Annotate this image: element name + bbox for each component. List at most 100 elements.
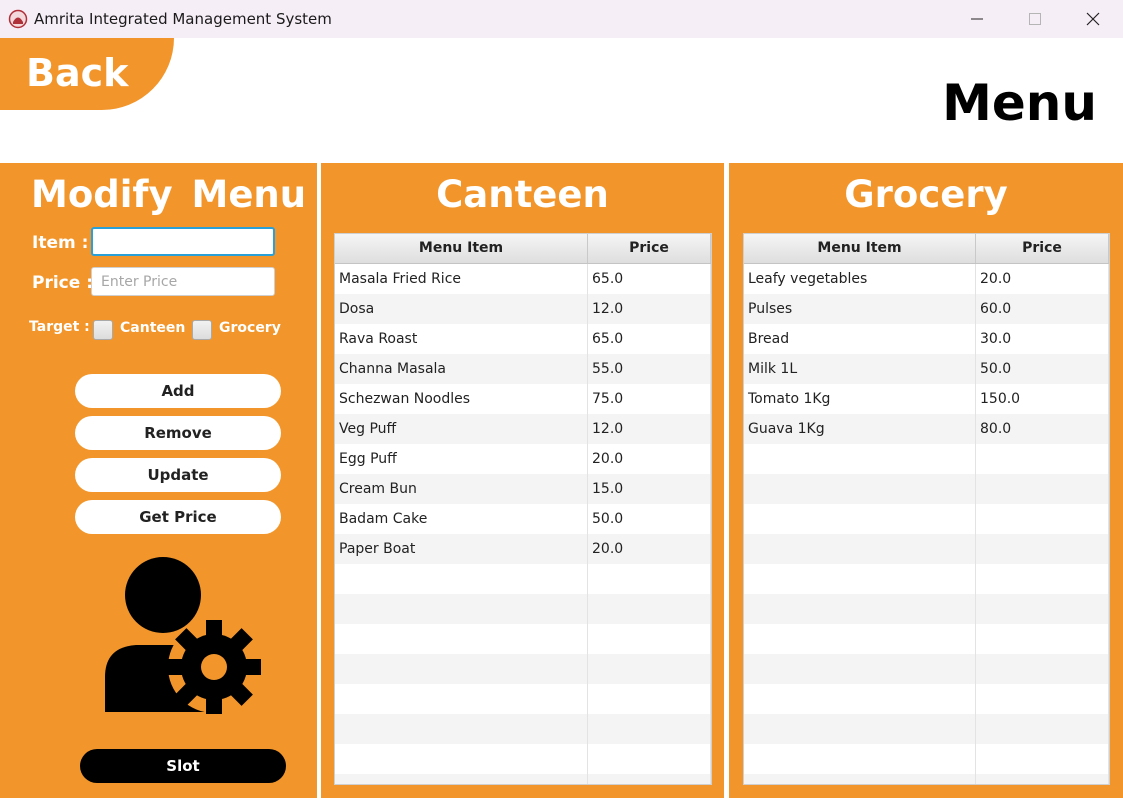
target-label: Target : bbox=[29, 319, 90, 335]
empty-table-row[interactable] bbox=[335, 624, 711, 654]
menu-item-cell bbox=[744, 714, 976, 744]
empty-table-row[interactable] bbox=[744, 774, 1109, 784]
empty-table-row[interactable] bbox=[744, 504, 1109, 534]
item-label: Item : bbox=[32, 233, 89, 253]
table-row[interactable]: Leafy vegetables 20.0 bbox=[744, 264, 1109, 294]
table-row[interactable]: Tomato 1Kg 150.0 bbox=[744, 384, 1109, 414]
price-cell bbox=[588, 684, 711, 714]
canteen-checkbox[interactable] bbox=[93, 320, 113, 340]
canteen-table[interactable]: Menu Item Price Masala Fried Rice 65.0 Dos… bbox=[334, 233, 712, 785]
table-row[interactable]: Bread 30.0 bbox=[744, 324, 1109, 354]
canteen-heading: Canteen bbox=[436, 173, 609, 216]
price-cell bbox=[976, 534, 1109, 564]
table-row[interactable]: Egg Puff 20.0 bbox=[335, 444, 711, 474]
item-input[interactable] bbox=[91, 227, 275, 256]
empty-table-row[interactable] bbox=[744, 744, 1109, 774]
menu-item-cell bbox=[335, 684, 588, 714]
price-cell bbox=[976, 504, 1109, 534]
empty-table-row[interactable] bbox=[335, 594, 711, 624]
table-row[interactable]: Paper Boat 20.0 bbox=[335, 534, 711, 564]
table-row[interactable]: Schezwan Noodles 75.0 bbox=[335, 384, 711, 414]
price-cell: 30.0 bbox=[976, 324, 1109, 354]
empty-table-row[interactable] bbox=[335, 564, 711, 594]
price-cell bbox=[976, 654, 1109, 684]
price-cell bbox=[976, 564, 1109, 594]
user-gear-icon bbox=[105, 557, 261, 714]
table-row[interactable]: Rava Roast 65.0 bbox=[335, 324, 711, 354]
remove-button[interactable]: Remove bbox=[75, 416, 281, 450]
price-cell bbox=[588, 774, 711, 784]
close-icon bbox=[1086, 12, 1100, 26]
empty-table-row[interactable] bbox=[744, 624, 1109, 654]
menu-item-cell: Bread bbox=[744, 324, 976, 354]
empty-table-row[interactable] bbox=[744, 714, 1109, 744]
table-row[interactable]: Cream Bun 15.0 bbox=[335, 474, 711, 504]
empty-table-row[interactable] bbox=[335, 774, 711, 784]
menu-item-cell: Pulses bbox=[744, 294, 976, 324]
table-row[interactable]: Guava 1Kg 80.0 bbox=[744, 414, 1109, 444]
price-cell: 65.0 bbox=[588, 264, 711, 294]
table-row[interactable]: Dosa 12.0 bbox=[335, 294, 711, 324]
table-row[interactable]: Pulses 60.0 bbox=[744, 294, 1109, 324]
empty-table-row[interactable] bbox=[744, 594, 1109, 624]
grocery-table[interactable]: Menu Item Price Leafy vegetables 20.0 Puls… bbox=[743, 233, 1110, 785]
menu-item-cell bbox=[335, 594, 588, 624]
menu-item-cell bbox=[744, 654, 976, 684]
empty-table-row[interactable] bbox=[744, 534, 1109, 564]
menu-item-cell: Tomato 1Kg bbox=[744, 384, 976, 414]
maximize-button[interactable] bbox=[1012, 6, 1058, 32]
menu-item-cell: Veg Puff bbox=[335, 414, 588, 444]
empty-table-row[interactable] bbox=[335, 714, 711, 744]
table-row[interactable]: Veg Puff 12.0 bbox=[335, 414, 711, 444]
canteen-panel: Canteen Menu Item Price Masala Fried Ric… bbox=[321, 163, 724, 798]
empty-table-row[interactable] bbox=[744, 684, 1109, 714]
add-button[interactable]: Add bbox=[75, 374, 281, 408]
price-cell: 12.0 bbox=[588, 294, 711, 324]
price-cell bbox=[588, 714, 711, 744]
grocery-heading: Grocery bbox=[844, 173, 1008, 216]
menu-item-cell bbox=[744, 444, 976, 474]
empty-table-row[interactable] bbox=[744, 444, 1109, 474]
menu-item-cell: Masala Fried Rice bbox=[335, 264, 588, 294]
column-header-menu-item[interactable]: Menu Item bbox=[744, 234, 976, 263]
grocery-table-body: Leafy vegetables 20.0 Pulses 60.0 Bread 30.0 M… bbox=[744, 264, 1109, 784]
price-cell bbox=[976, 774, 1109, 784]
empty-table-row[interactable] bbox=[744, 474, 1109, 504]
empty-table-row[interactable] bbox=[335, 684, 711, 714]
column-header-menu-item[interactable]: Menu Item bbox=[335, 234, 588, 263]
empty-table-row[interactable] bbox=[335, 654, 711, 684]
page-title: Menu bbox=[942, 74, 1097, 132]
menu-item-cell: Dosa bbox=[335, 294, 588, 324]
table-row[interactable]: Badam Cake 50.0 bbox=[335, 504, 711, 534]
menu-item-cell bbox=[335, 564, 588, 594]
menu-item-cell bbox=[335, 714, 588, 744]
price-input[interactable] bbox=[91, 267, 275, 296]
table-row[interactable]: Channa Masala 55.0 bbox=[335, 354, 711, 384]
get-price-button[interactable]: Get Price bbox=[75, 500, 281, 534]
empty-table-row[interactable] bbox=[744, 564, 1109, 594]
grocery-panel: Grocery Menu Item Price Leafy vegetables… bbox=[729, 163, 1123, 798]
price-cell bbox=[976, 744, 1109, 774]
menu-item-cell bbox=[744, 534, 976, 564]
minimize-icon bbox=[971, 18, 983, 20]
slot-button[interactable]: Slot bbox=[80, 749, 286, 783]
minimize-button[interactable] bbox=[954, 6, 1000, 32]
table-row[interactable]: Milk 1L 50.0 bbox=[744, 354, 1109, 384]
table-header: Menu Item Price bbox=[335, 234, 711, 264]
menu-item-cell: Leafy vegetables bbox=[744, 264, 976, 294]
price-label: Price : bbox=[32, 273, 93, 293]
price-cell bbox=[976, 594, 1109, 624]
column-header-price[interactable]: Price bbox=[976, 234, 1109, 263]
empty-table-row[interactable] bbox=[744, 654, 1109, 684]
grocery-checkbox[interactable] bbox=[192, 320, 212, 340]
price-cell bbox=[976, 714, 1109, 744]
update-button[interactable]: Update bbox=[75, 458, 281, 492]
close-button[interactable] bbox=[1070, 6, 1116, 32]
back-button[interactable]: Back bbox=[0, 38, 174, 110]
price-cell: 150.0 bbox=[976, 384, 1109, 414]
table-row[interactable]: Masala Fried Rice 65.0 bbox=[335, 264, 711, 294]
column-header-price[interactable]: Price bbox=[588, 234, 711, 263]
empty-table-row[interactable] bbox=[335, 744, 711, 774]
menu-item-cell bbox=[335, 624, 588, 654]
price-cell bbox=[588, 654, 711, 684]
